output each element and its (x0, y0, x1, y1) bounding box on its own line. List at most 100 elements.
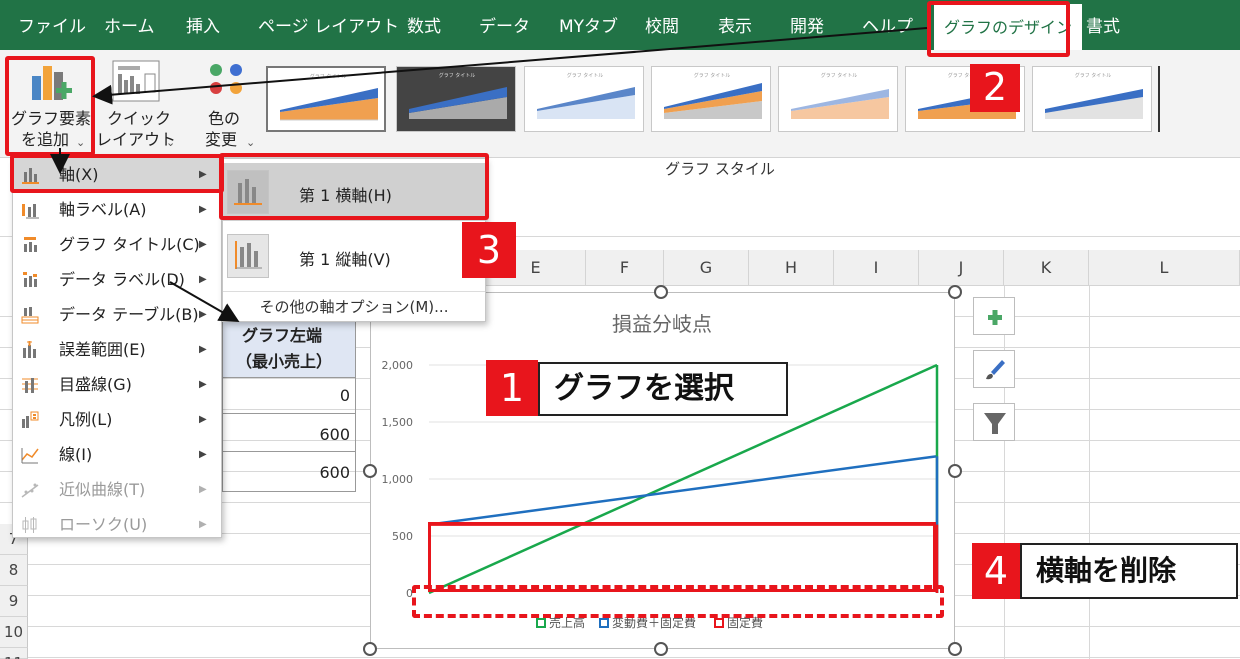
tab-data[interactable]: データ (479, 0, 530, 50)
column-header-f[interactable]: F (586, 250, 664, 286)
resize-handle[interactable] (948, 285, 962, 299)
cell-value: 600 (319, 463, 350, 482)
tab-developer[interactable]: 開発 (790, 0, 824, 50)
menu-item-label: 軸ラベル(A) (59, 200, 147, 219)
column-header-j[interactable]: J (919, 250, 1004, 286)
menu-item-gridlines[interactable]: 目盛線(G) ▶ (13, 367, 221, 402)
legend-swatch (599, 618, 609, 628)
legend-swatch (714, 618, 724, 628)
tab-my-tab[interactable]: MYタブ (559, 0, 618, 50)
menu-item-axis-titles[interactable]: 軸ラベル(A) ▶ (13, 192, 221, 227)
annotation-box-plot-area (428, 522, 936, 592)
step-number-badge: 1 (486, 360, 538, 416)
lines-icon (21, 448, 39, 464)
menu-item-label: 凡例(L) (59, 410, 113, 429)
add-chart-element-menu: 軸(X) ▶ 軸ラベル(A) ▶ グラフ タイトル(C) ▶ データ ラベル(D… (12, 156, 222, 538)
column-header-l[interactable]: L (1089, 250, 1240, 286)
submenu-arrow-icon: ▶ (199, 449, 207, 460)
col-divider (1089, 286, 1090, 659)
svg-text:グラフ タイトル: グラフ タイトル (821, 72, 858, 79)
chevron-down-icon: ⌄ (166, 136, 176, 149)
column-header-g[interactable]: G (664, 250, 749, 286)
chevron-down-icon: ⌄ (246, 136, 256, 149)
chart-style-5[interactable]: グラフ タイトル (778, 66, 898, 132)
menu-item-legend[interactable]: 凡例(L) ▶ (13, 402, 221, 437)
step-number-badge: 3 (462, 222, 516, 278)
resize-handle[interactable] (948, 464, 962, 478)
column-header-h[interactable]: H (749, 250, 834, 286)
resize-handle[interactable] (654, 285, 668, 299)
menu-item-more-axis-options[interactable]: その他の軸オプション(M)... (223, 291, 485, 321)
color-palette-icon (210, 64, 242, 94)
svg-text:グラフ タイトル: グラフ タイトル (439, 72, 476, 79)
table-header-line-2: （最小売上） (236, 352, 333, 371)
row-header-9[interactable]: 9 (0, 586, 28, 617)
submenu-arrow-icon: ▶ (199, 274, 207, 285)
tab-file[interactable]: ファイル (18, 0, 86, 50)
menu-item-label: 目盛線(G) (59, 375, 132, 394)
y-tick-label: 1,000 (382, 473, 414, 486)
annotation-box-axes-item (10, 154, 224, 193)
submenu-arrow-icon: ▶ (199, 204, 207, 215)
resize-handle[interactable] (363, 642, 377, 656)
vertical-axis-icon (227, 234, 269, 278)
table-header-line-1: グラフ左端 (242, 326, 323, 345)
chart-style-4[interactable]: グラフ タイトル (651, 66, 771, 132)
menu-item-data-table[interactable]: データ テーブル(B) ▶ (13, 297, 221, 332)
data-labels-icon (23, 272, 37, 287)
chart-styles-button[interactable] (973, 350, 1015, 388)
tab-view[interactable]: 表示 (718, 0, 752, 50)
data-table-icon (21, 307, 39, 324)
tab-format[interactable]: 書式 (1086, 0, 1120, 50)
change-colors-label-2: 変更 (204, 130, 237, 149)
chart-filters-button[interactable] (973, 403, 1015, 441)
chart-style-3[interactable]: グラフ タイトル (524, 66, 644, 132)
menu-item-chart-title[interactable]: グラフ タイトル(C) ▶ (13, 227, 221, 262)
svg-text:グラフ タイトル: グラフ タイトル (1075, 72, 1112, 79)
menu-item-error-bars[interactable]: 誤差範囲(E) ▶ (13, 332, 221, 367)
resize-handle[interactable] (948, 642, 962, 656)
cell-value: 0 (339, 386, 350, 405)
menu-item-label: グラフ タイトル(C) (59, 235, 200, 254)
svg-text:グラフ タイトル: グラフ タイトル (567, 72, 604, 79)
menu-item-label: ローソク(U) (59, 515, 148, 534)
filter-icon (984, 413, 1006, 434)
row-header-8[interactable]: 8 (0, 555, 28, 586)
quick-layout-label-1: クイック (106, 109, 171, 128)
submenu-arrow-icon: ▶ (199, 414, 207, 425)
menu-item-label: データ テーブル(B) (59, 305, 199, 324)
resize-handle[interactable] (654, 642, 668, 656)
chart-style-7[interactable]: グラフ タイトル (1032, 66, 1152, 132)
chart-style-2[interactable]: グラフ タイトル (396, 66, 516, 132)
column-header-i[interactable]: I (834, 250, 919, 286)
tab-page-layout[interactable]: ページ レイアウト (258, 0, 399, 50)
submenu-arrow-icon: ▶ (199, 379, 207, 390)
chart-style-1[interactable]: グラフ タイトル (266, 66, 386, 132)
annotation-box-chart-design-tab (927, 1, 1070, 57)
change-colors-button[interactable]: 色の 変更 ⌄ (196, 58, 262, 156)
row-header-11[interactable]: 11 (0, 648, 28, 659)
legend-icon (22, 411, 39, 428)
tab-insert[interactable]: 挿入 (186, 0, 220, 50)
tab-help[interactable]: ヘルプ (862, 0, 913, 50)
cell-value: 600 (319, 425, 350, 444)
tab-home[interactable]: ホーム (104, 0, 155, 50)
tab-formulas[interactable]: 数式 (407, 0, 441, 50)
row-header-10[interactable]: 10 (0, 617, 28, 648)
submenu-arrow-icon: ▶ (199, 309, 207, 320)
menu-item-label: データ ラベル(D) (59, 270, 185, 289)
menu-item-lines[interactable]: 線(I) ▶ (13, 437, 221, 472)
column-header-k[interactable]: K (1004, 250, 1089, 286)
step-1-callout: グラフを選択 (538, 362, 788, 416)
menu-item-primary-vertical-axis[interactable]: 第 1 縦軸(V) (223, 227, 485, 285)
submenu-arrow-icon: ▶ (199, 484, 207, 495)
menu-item-trendline: 近似曲線(T) ▶ (13, 472, 221, 507)
gridlines-icon (22, 378, 38, 393)
change-colors-label-1: 色の (207, 109, 240, 128)
chart-elements-button[interactable] (973, 297, 1015, 335)
quick-layout-button[interactable]: クイック レイアウト ⌄ (96, 58, 182, 156)
resize-handle[interactable] (363, 464, 377, 478)
menu-item-data-labels[interactable]: データ ラベル(D) ▶ (13, 262, 221, 297)
tab-review[interactable]: 校閲 (645, 0, 679, 50)
legend-swatch (536, 618, 546, 628)
